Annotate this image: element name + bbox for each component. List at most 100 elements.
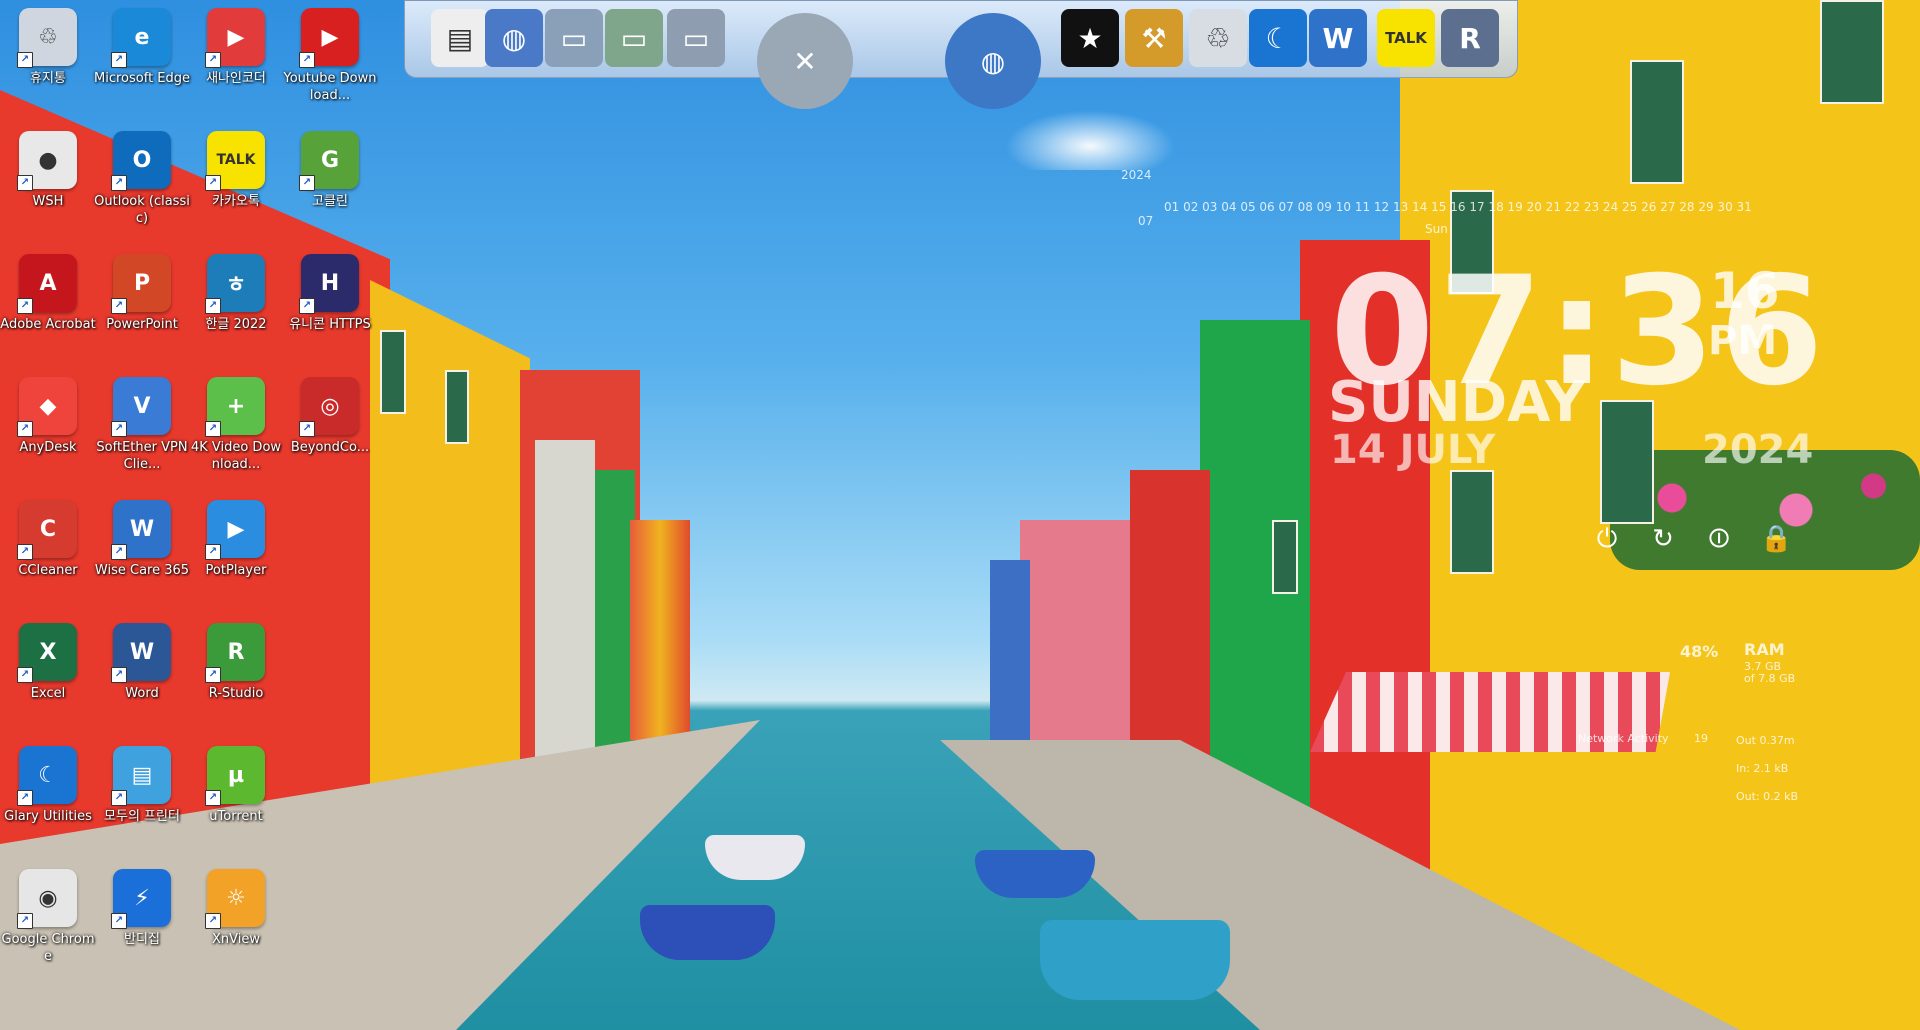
acrobat-icon: A ↗ (17, 254, 77, 314)
desktop-icon-recycle-bin[interactable]: ♲ ↗ 휴지통 (0, 8, 96, 87)
dock-recovery-icon[interactable]: R (1441, 9, 1499, 67)
desktop-icon-label: Glary Utilities (4, 809, 92, 824)
dock-network-globe-icon[interactable]: ◍ (485, 9, 543, 67)
shortcut-arrow-icon: ↗ (111, 52, 127, 68)
shortcut-arrow-icon: ↗ (111, 544, 127, 560)
desktop-icon-label: PotPlayer (205, 563, 267, 578)
desktop-icon-rstudio[interactable]: R ↗ R-Studio (188, 623, 284, 702)
dock-glary-moon-icon[interactable]: ☾ (1249, 9, 1307, 67)
desktop-icon-encoder[interactable]: ▶ ↗ 새나인코더 (188, 8, 284, 87)
desktop-icon-label: Excel (30, 686, 66, 701)
shortcut-arrow-icon: ↗ (299, 298, 315, 314)
desktop-icon-glary[interactable]: ☾ ↗ Glary Utilities (0, 746, 96, 825)
widget-weekday-small: Sun (1425, 222, 1448, 236)
desktop-icon-utorrent[interactable]: µ ↗ uTorrent (188, 746, 284, 825)
shortcut-arrow-icon: ↗ (111, 667, 127, 683)
desktop-icon-label: Word (125, 686, 159, 701)
desktop-icon-4k-video[interactable]: + ↗ 4K Video Download... (188, 377, 284, 473)
desktop-icon-xnview[interactable]: ☼ ↗ XnView (188, 869, 284, 948)
shortcut-arrow-icon: ↗ (17, 667, 33, 683)
desktop-icon-kakaotalk[interactable]: TALK ↗ 카카오톡 (188, 131, 284, 210)
desktop-icon-word[interactable]: W ↗ Word (94, 623, 190, 702)
dock-talk-icon[interactable]: TALK (1377, 9, 1435, 67)
shortcut-arrow-icon: ↗ (299, 175, 315, 191)
boat (975, 850, 1095, 898)
desktop-icon-excel[interactable]: X ↗ Excel (0, 623, 96, 702)
lock-icon[interactable]: 🔒 (1760, 524, 1792, 554)
desktop-icon-bandizip[interactable]: ⚡ ↗ 반디집 (94, 869, 190, 948)
desktop-icon-label: Youtube Download... (283, 71, 377, 103)
shortcut-arrow-icon: ↗ (205, 544, 221, 560)
desktop-icon-goclean[interactable]: G ↗ 고클린 (282, 131, 378, 210)
edge-icon: e ↗ (111, 8, 171, 68)
clock-date: 14 JULY (1330, 427, 1496, 473)
4k-video-icon: + ↗ (205, 377, 265, 437)
desktop-icon-unicorn-https[interactable]: H ↗ 유니콘 HTTPS (282, 254, 378, 333)
desktop-icon-label: Outlook (classic) (94, 194, 190, 226)
shortcut-arrow-icon: ↗ (17, 52, 33, 68)
desktop-icon-label: 한글 2022 (205, 317, 267, 332)
widget-days-row: 01 02 03 04 05 06 07 08 09 10 11 12 13 1… (1164, 200, 1752, 214)
shortcut-arrow-icon: ↗ (205, 175, 221, 191)
logoff-icon[interactable]: ⏼ (1704, 524, 1734, 554)
dock-hammer-icon[interactable]: ⚒ (1125, 9, 1183, 67)
desktop-icon-softether[interactable]: V ↗ SoftEther VPN Clie... (94, 377, 190, 473)
desktop-icon-label: Adobe Acrobat (0, 317, 96, 332)
dock-globe-icon[interactable]: ◍ (945, 13, 1041, 109)
clock-seconds: 16 (1710, 262, 1780, 320)
boat (1040, 920, 1230, 1000)
desktop-icon-acrobat[interactable]: A ↗ Adobe Acrobat (0, 254, 96, 333)
desktop-icon-youtube-downloader[interactable]: ▶ ↗ Youtube Download... (282, 8, 378, 104)
network-label: Network Activity (1578, 732, 1669, 745)
dock-wise-shield-icon[interactable]: W (1309, 9, 1367, 67)
network-out: Out: 0.2 kB (1736, 790, 1799, 803)
printer-icon: ▤ ↗ (111, 746, 171, 806)
network-count: 19 (1694, 732, 1708, 745)
desktop-icon-label: Microsoft Edge (94, 71, 191, 86)
dock-folder-green-icon[interactable]: ▭ (605, 9, 663, 67)
desktop-icon-wisecare[interactable]: W ↗ Wise Care 365 (94, 500, 190, 579)
clock-day: SUNDAY (1328, 370, 1586, 435)
cpu-percent: 48% (1680, 642, 1719, 661)
desktop-icon-ccleaner[interactable]: C ↗ CCleaner (0, 500, 96, 579)
desktop-icon-wsh[interactable]: ● ↗ WSH (0, 131, 96, 210)
desktop-icon-hangul[interactable]: ㅎ ↗ 한글 2022 (188, 254, 284, 333)
dock-tools-icon[interactable]: ✕ (757, 13, 853, 109)
dock-folder-icon[interactable]: ▭ (545, 9, 603, 67)
dock-document-icon[interactable]: ▤ (431, 9, 489, 67)
powerpoint-icon: P ↗ (111, 254, 171, 314)
wsh-icon: ● ↗ (17, 131, 77, 191)
power-icon[interactable]: ⏻ (1592, 524, 1622, 554)
youtube-downloader-icon: ▶ ↗ (299, 8, 359, 68)
shortcut-arrow-icon: ↗ (111, 298, 127, 314)
dock-toolbar: ▤ ◍ ▭ ▭ ▭ ✕ ◍ ★ ⚒ ♲ ☾ W TALK R (404, 0, 1518, 109)
desktop-icon-potplayer[interactable]: ▶ ↗ PotPlayer (188, 500, 284, 579)
shortcut-arrow-icon: ↗ (205, 52, 221, 68)
glary-icon: ☾ ↗ (17, 746, 77, 806)
desktop-icon-powerpoint[interactable]: P ↗ PowerPoint (94, 254, 190, 333)
xnview-icon: ☼ ↗ (205, 869, 265, 929)
desktop-icon-anydesk[interactable]: ◆ ↗ AnyDesk (0, 377, 96, 456)
word-icon: W ↗ (111, 623, 171, 683)
desktop-icon-edge[interactable]: e ↗ Microsoft Edge (94, 8, 190, 87)
kakaotalk-icon: TALK ↗ (205, 131, 265, 191)
desktop-icon-label: 유니콘 HTTPS (289, 317, 371, 332)
cloud (1005, 110, 1175, 170)
desktop-icon-outlook[interactable]: O ↗ Outlook (classic) (94, 131, 190, 227)
network-out-total: Out 0.37m (1736, 734, 1795, 747)
desktop[interactable]: ♲ ↗ 휴지통 e ↗ Microsoft Edge ▶ ↗ 새나인코더 ▶ ↗ Youtube Do… (0, 0, 1920, 1030)
desktop-icon-beyondcompare[interactable]: ◎ ↗ BeyondCo... (282, 377, 378, 456)
widget-month-small: 07 (1138, 214, 1154, 228)
dock-trash-icon[interactable]: ♲ (1189, 9, 1247, 67)
desktop-icon-label: 카카오톡 (212, 194, 260, 209)
desktop-icon-label: 휴지통 (30, 71, 66, 86)
widget-year-small: 2024 (1121, 168, 1152, 182)
shortcut-arrow-icon: ↗ (111, 790, 127, 806)
desktop-icon-printer[interactable]: ▤ ↗ 모두의 프린터 (94, 746, 190, 825)
dock-open-folder-icon[interactable]: ▭ (667, 9, 725, 67)
shortcut-arrow-icon: ↗ (17, 421, 33, 437)
desktop-icon-chrome[interactable]: ◉ ↗ Google Chrome (0, 869, 96, 965)
desktop-icon-label: 모두의 프린터 (104, 809, 180, 824)
restart-icon[interactable]: ↻ (1648, 524, 1678, 554)
dock-tshirt-icon[interactable]: ★ (1061, 9, 1119, 67)
